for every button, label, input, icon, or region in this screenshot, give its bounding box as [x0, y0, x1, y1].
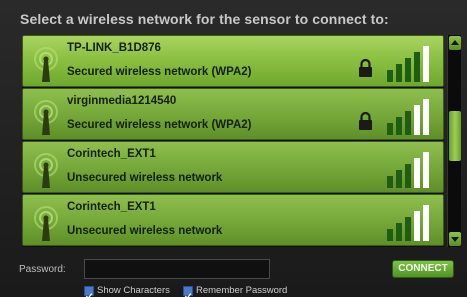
network-item[interactable]: TP-LINK_B1D876 Secured wireless network … — [22, 35, 444, 87]
show-characters-label: Show Characters — [97, 285, 170, 296]
scroll-up-button[interactable] — [449, 36, 461, 50]
remember-password-checkbox[interactable] — [183, 286, 193, 297]
network-ssid: Corintech_EXT1 — [67, 148, 156, 160]
network-security: Secured wireless network (WPA2) — [67, 119, 252, 131]
arrow-down-icon — [451, 237, 459, 242]
network-item[interactable]: Corintech_EXT1 Unsecured wireless networ… — [22, 194, 444, 246]
signal-strength-icon — [387, 205, 429, 241]
signal-strength-icon — [387, 46, 429, 82]
network-item[interactable]: virginmedia1214540 Secured wireless netw… — [22, 88, 444, 140]
password-input[interactable] — [84, 259, 270, 279]
scroll-thumb[interactable] — [449, 111, 461, 161]
page-title: Select a wireless network for the sensor… — [20, 11, 389, 27]
wireless-antenna-icon — [34, 47, 58, 82]
connect-button[interactable]: CONNECT — [392, 260, 454, 278]
wireless-antenna-icon — [34, 153, 58, 188]
network-ssid: Corintech_EXT1 — [67, 201, 156, 213]
network-security: Secured wireless network (WPA2) — [67, 66, 252, 78]
checkmark-icon — [184, 293, 192, 297]
network-list: TP-LINK_B1D876 Secured wireless network … — [22, 35, 444, 247]
scroll-down-button[interactable] — [449, 232, 461, 246]
signal-strength-icon — [387, 152, 429, 188]
network-list-scrollbar[interactable] — [447, 35, 461, 247]
wireless-antenna-icon — [34, 206, 58, 241]
password-label: Password: — [19, 264, 66, 275]
show-characters-checkbox[interactable] — [84, 286, 94, 297]
network-ssid: TP-LINK_B1D876 — [67, 42, 161, 54]
remember-password-label: Remember Password — [196, 285, 288, 296]
network-ssid: virginmedia1214540 — [67, 95, 177, 107]
lock-icon — [359, 58, 372, 77]
network-security: Unsecured wireless network — [67, 172, 223, 184]
network-security: Unsecured wireless network — [67, 225, 223, 237]
signal-strength-icon — [387, 99, 429, 135]
wireless-antenna-icon — [34, 100, 58, 135]
arrow-up-icon — [451, 40, 459, 45]
checkmark-icon — [85, 293, 93, 297]
wifi-setup-window: Select a wireless network for the sensor… — [0, 0, 467, 297]
network-item[interactable]: Corintech_EXT1 Unsecured wireless networ… — [22, 141, 444, 193]
lock-icon — [359, 111, 372, 130]
